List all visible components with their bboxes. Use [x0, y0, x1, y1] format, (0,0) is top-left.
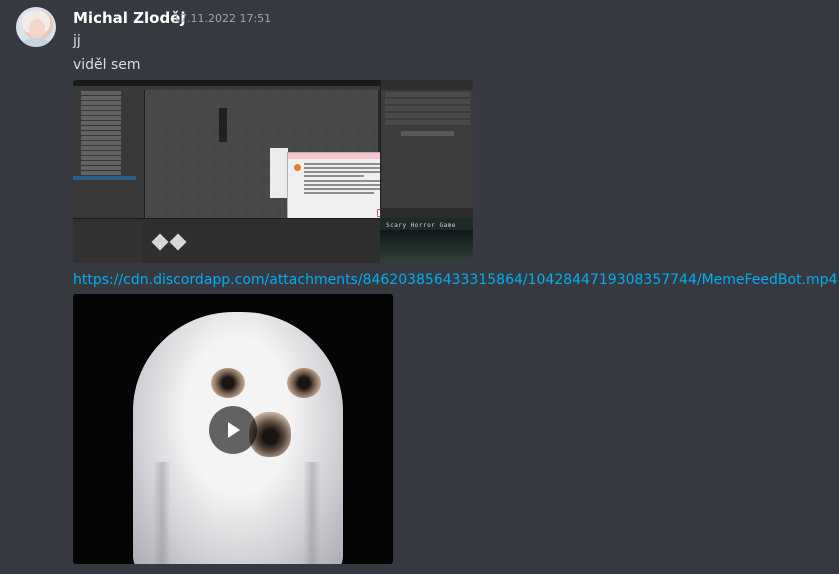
unity-project-panel — [73, 218, 380, 263]
play-button[interactable] — [209, 406, 257, 454]
attachment-link[interactable]: https://cdn.discordapp.com/attachments/8… — [73, 272, 837, 288]
unity-inspector-panel — [380, 80, 473, 208]
author-name[interactable]: Michal Zloděj — [73, 9, 186, 27]
video-attachment[interactable] — [73, 294, 393, 564]
message-line-2: viděl sem — [73, 57, 141, 73]
unity-game-view: Scary Horror Game — [380, 208, 473, 263]
game-title: Scary Horror Game — [386, 222, 456, 229]
ghost-eye-right — [287, 368, 321, 398]
message-timestamp: 17.11.2022 17:51 — [173, 12, 272, 25]
image-attachment[interactable]: Scary Horror Game — [73, 80, 473, 263]
avatar[interactable] — [16, 7, 56, 47]
cube-icon — [169, 233, 187, 251]
cube-icon — [151, 233, 169, 251]
unity-hierarchy-panel — [73, 90, 145, 218]
avatar-face — [29, 19, 45, 39]
unity-scene-view — [145, 90, 406, 222]
ghost-eye-left — [211, 368, 245, 398]
message-line-1: jj — [73, 33, 81, 49]
warning-icon — [294, 164, 301, 171]
play-icon — [228, 422, 240, 438]
avatar-shirt — [20, 38, 52, 47]
